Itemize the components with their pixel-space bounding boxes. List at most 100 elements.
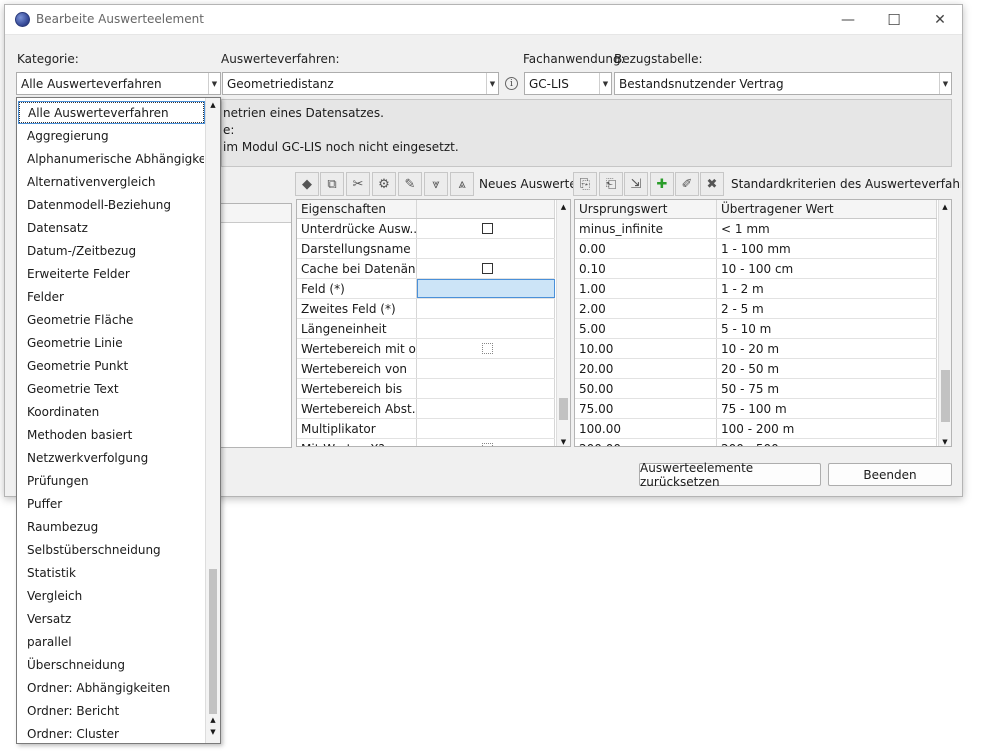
chevron-up-icon[interactable]: ▲: [557, 203, 570, 211]
table-row[interactable]: 5.00 5 - 10 m: [575, 319, 937, 339]
edit-icon[interactable]: ✎: [398, 172, 422, 196]
dropdown-item[interactable]: Erweiterte Felder: [19, 263, 204, 284]
ursprungswert-header[interactable]: Ursprungswert: [575, 200, 717, 218]
dropdown-item[interactable]: Selbstüberschneidung: [19, 539, 204, 560]
auswerteverfahren-combo[interactable]: Geometriedistanz ▼: [222, 72, 499, 95]
dropdown-item[interactable]: Datensatz: [19, 217, 204, 238]
ursprungswert-cell[interactable]: 20.00: [575, 359, 717, 378]
uebertragener-wert-cell[interactable]: 1 - 100 mm: [717, 239, 937, 258]
property-row[interactable]: Wertebereich Abst...: [297, 399, 555, 419]
uebertragener-wert-header[interactable]: Übertragener Wert: [717, 200, 937, 218]
dropdown-item[interactable]: Vergleich: [19, 585, 204, 606]
dropdown-scrollbar[interactable]: ▲ ▲ ▼: [205, 98, 220, 743]
property-row[interactable]: Wertebereich bis: [297, 379, 555, 399]
uebertragener-wert-cell[interactable]: 5 - 10 m: [717, 319, 937, 338]
uebertragener-wert-cell[interactable]: 2 - 5 m: [717, 299, 937, 318]
edit-criterion-icon[interactable]: ✐: [675, 172, 699, 196]
property-value[interactable]: [417, 439, 555, 446]
property-row[interactable]: Längeneinheit: [297, 319, 555, 339]
properties-grid[interactable]: Eigenschaften Unterdrücke Ausw... Darstel…: [296, 199, 571, 447]
ursprungswert-cell[interactable]: 10.00: [575, 339, 717, 358]
chevron-down-icon[interactable]: ▼: [599, 73, 611, 94]
dropdown-item[interactable]: Datenmodell-Beziehung: [19, 194, 204, 215]
filter-remove-icon[interactable]: ⩓: [450, 172, 474, 196]
uebertragener-wert-cell[interactable]: 50 - 75 m: [717, 379, 937, 398]
property-row[interactable]: Cache bei Datenän...: [297, 259, 555, 279]
ursprungswert-cell[interactable]: 2.00: [575, 299, 717, 318]
uebertragener-wert-cell[interactable]: < 1 mm: [717, 219, 937, 238]
chevron-up-icon[interactable]: ▲: [206, 101, 220, 109]
ursprungswert-cell[interactable]: 75.00: [575, 399, 717, 418]
dropdown-item[interactable]: Datum-/Zeitbezug: [19, 240, 204, 261]
property-value[interactable]: [417, 279, 555, 298]
property-row[interactable]: Mit Werten X?: [297, 439, 555, 446]
dropdown-item[interactable]: Statistik: [19, 562, 204, 583]
fachanwendung-combo[interactable]: GC-LIS ▼: [524, 72, 612, 95]
table-row[interactable]: 50.00 50 - 75 m: [575, 379, 937, 399]
dropdown-item[interactable]: Ordner: Bericht: [19, 700, 204, 721]
kategorie-combo[interactable]: Alle Auswerteverfahren ▼: [16, 72, 221, 95]
title-bar[interactable]: Bearbeite Auswerteelement — ☐ ✕: [5, 5, 962, 35]
property-value[interactable]: [417, 339, 555, 358]
property-value[interactable]: [417, 299, 555, 318]
maximize-button[interactable]: ☐: [871, 5, 917, 35]
chevron-down-icon[interactable]: ▼: [557, 438, 570, 446]
paste-icon[interactable]: ⎗: [599, 172, 623, 196]
table-row[interactable]: minus_infinite < 1 mm: [575, 219, 937, 239]
chevron-down-icon[interactable]: ▼: [486, 73, 498, 94]
uebertragener-wert-cell[interactable]: 75 - 100 m: [717, 399, 937, 418]
dropdown-item[interactable]: Versatz: [19, 608, 204, 629]
dropdown-item[interactable]: Puffer: [19, 493, 204, 514]
chevron-down-icon[interactable]: ▼: [939, 438, 951, 446]
uebertragener-wert-cell[interactable]: 1 - 2 m: [717, 279, 937, 298]
value-table[interactable]: Ursprungswert Übertragener Wert minus_in…: [574, 199, 952, 447]
dropdown-item[interactable]: Raumbezug: [19, 516, 204, 537]
dropdown-item[interactable]: Geometrie Text: [19, 378, 204, 399]
uebertragener-wert-cell[interactable]: 20 - 50 m: [717, 359, 937, 378]
uebertragener-wert-cell[interactable]: 100 - 200 m: [717, 419, 937, 438]
scroll-thumb[interactable]: [941, 370, 950, 422]
import-icon[interactable]: ⇲: [624, 172, 648, 196]
beenden-button[interactable]: Beenden: [828, 463, 952, 486]
checkbox[interactable]: [482, 263, 493, 274]
property-value[interactable]: [417, 239, 555, 258]
ursprungswert-cell[interactable]: 50.00: [575, 379, 717, 398]
property-row[interactable]: Darstellungsname: [297, 239, 555, 259]
kategorie-dropdown-list[interactable]: Alle Auswerteverfahren Aggregierung Alphan…: [16, 97, 221, 744]
ursprungswert-cell[interactable]: 5.00: [575, 319, 717, 338]
dropdown-item[interactable]: parallel: [19, 631, 204, 652]
dropdown-item[interactable]: Überschneidung: [19, 654, 204, 675]
ursprungswert-cell[interactable]: 0.10: [575, 259, 717, 278]
property-row[interactable]: Wertebereich von: [297, 359, 555, 379]
settings-icon[interactable]: ⚙: [372, 172, 396, 196]
uebertragener-wert-cell[interactable]: 10 - 20 m: [717, 339, 937, 358]
dropdown-item[interactable]: Alternativenvergleich: [19, 171, 204, 192]
property-value[interactable]: [417, 379, 555, 398]
delete-element-icon[interactable]: ✂: [346, 172, 370, 196]
chevron-down-icon[interactable]: ▼: [206, 728, 220, 736]
uebertragener-wert-cell[interactable]: 200 - 500 m: [717, 439, 937, 446]
dropdown-item[interactable]: Aggregierung: [19, 125, 204, 146]
property-row[interactable]: Feld (*): [297, 279, 555, 299]
dropdown-item[interactable]: Ordner: Cluster: [19, 723, 204, 743]
scroll-thumb[interactable]: [209, 569, 217, 714]
table-row[interactable]: 0.10 10 - 100 cm: [575, 259, 937, 279]
ursprungswert-cell[interactable]: 1.00: [575, 279, 717, 298]
chevron-up-icon[interactable]: ▲: [206, 716, 220, 724]
dropdown-item[interactable]: Koordinaten: [19, 401, 204, 422]
table-row[interactable]: 100.00 100 - 200 m: [575, 419, 937, 439]
property-row[interactable]: Unterdrücke Ausw...: [297, 219, 555, 239]
table-row[interactable]: 200.00200 - 500 m: [575, 439, 937, 446]
dropdown-item[interactable]: Netzwerkverfolgung: [19, 447, 204, 468]
checkbox[interactable]: [482, 443, 493, 446]
table-row[interactable]: 0.00 1 - 100 mm: [575, 239, 937, 259]
minimize-button[interactable]: —: [825, 5, 871, 35]
table-row[interactable]: 20.00 20 - 50 m: [575, 359, 937, 379]
chevron-down-icon[interactable]: ▼: [939, 73, 951, 94]
dropdown-item[interactable]: Alphanumerische Abhängigkeiten: [19, 148, 204, 169]
table-row[interactable]: 2.00 2 - 5 m: [575, 299, 937, 319]
table-row[interactable]: 10.00 10 - 20 m: [575, 339, 937, 359]
dropdown-item[interactable]: Geometrie Punkt: [19, 355, 204, 376]
dropdown-item[interactable]: Alle Auswerteverfahren: [18, 101, 205, 124]
dropdown-item[interactable]: Methoden basiert: [19, 424, 204, 445]
